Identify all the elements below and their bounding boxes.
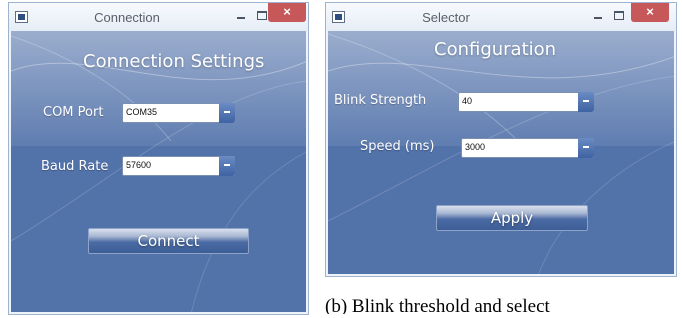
connection-window-title: Connection: [94, 10, 160, 25]
baud-rate-label: Baud Rate: [41, 159, 109, 174]
close-icon: ×: [283, 4, 291, 19]
selector-titlebar[interactable]: Selector ×: [326, 3, 676, 31]
connection-window: Connection × Connection Settings COM Por…: [8, 2, 309, 315]
com-port-value: COM35: [126, 107, 158, 117]
com-port-label: COM Port: [43, 105, 104, 120]
minimize-icon[interactable]: [588, 5, 608, 25]
blink-strength-value: 40: [462, 96, 473, 106]
connect-button[interactable]: Connect: [88, 228, 249, 254]
dropdown-arrow-icon[interactable]: [219, 156, 235, 176]
speed-dropdown[interactable]: 3000: [461, 138, 594, 158]
baud-rate-value: 57600: [126, 160, 152, 170]
configuration-heading: Configuration: [434, 39, 557, 60]
dropdown-arrow-icon[interactable]: [219, 103, 235, 123]
close-icon: ×: [646, 4, 654, 19]
dropdown-arrow-icon[interactable]: [578, 92, 594, 112]
selector-window-title: Selector: [422, 10, 470, 25]
blink-strength-dropdown[interactable]: 40: [458, 92, 594, 112]
selector-client-area: Configuration Blink Strength 40 Speed (m…: [328, 31, 674, 274]
blink-strength-label: Blink Strength: [334, 93, 427, 108]
dropdown-arrow-icon[interactable]: [578, 138, 594, 158]
com-port-dropdown[interactable]: COM35: [122, 103, 235, 123]
speed-value: 3000: [465, 142, 486, 152]
maximize-icon[interactable]: [609, 5, 629, 25]
close-button[interactable]: ×: [268, 3, 306, 22]
apply-button[interactable]: Apply: [436, 205, 588, 231]
baud-rate-dropdown[interactable]: 57600: [122, 156, 235, 176]
minimize-icon[interactable]: [231, 5, 251, 25]
speed-label: Speed (ms): [360, 139, 435, 154]
connection-titlebar[interactable]: Connection ×: [9, 3, 308, 31]
connection-heading: Connection Settings: [83, 51, 265, 72]
selector-window: Selector × Configuration Blink Strength …: [325, 2, 677, 277]
connection-client-area: Connection Settings COM Port COM35 Baud …: [11, 31, 306, 312]
close-button[interactable]: ×: [631, 3, 669, 22]
figure-caption: (b) Blink threshold and select: [325, 296, 550, 317]
